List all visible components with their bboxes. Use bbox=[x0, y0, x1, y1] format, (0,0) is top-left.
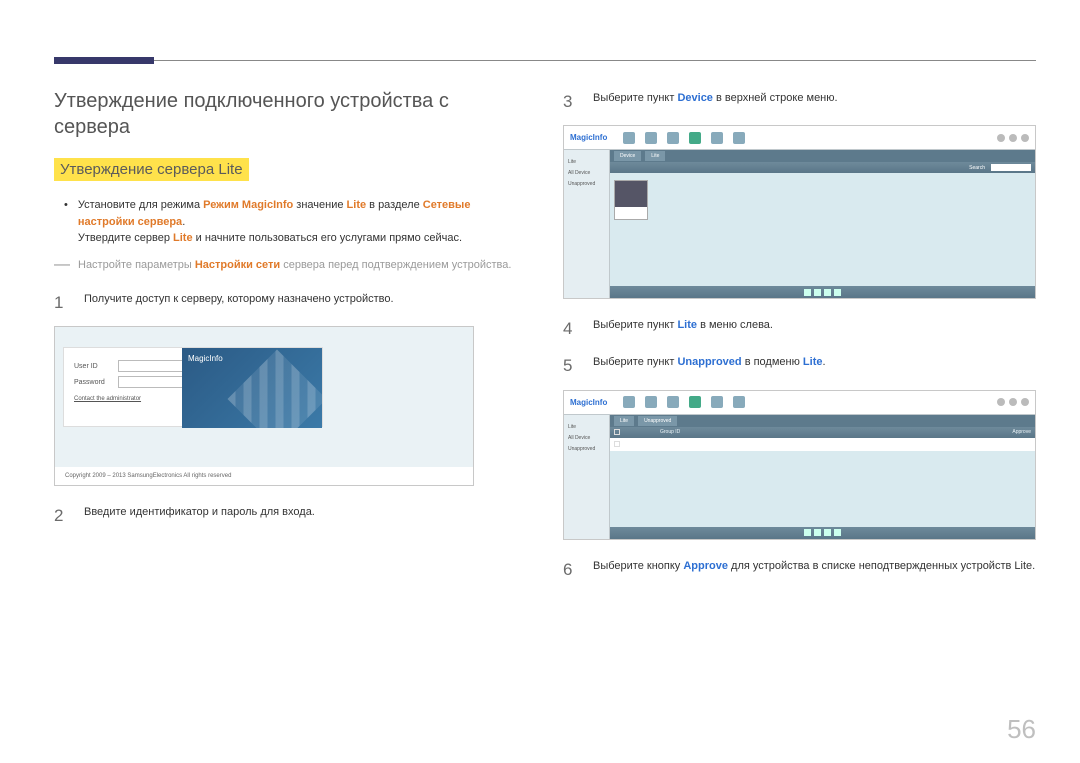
header-rule bbox=[54, 60, 1036, 61]
pager-btn[interactable] bbox=[834, 289, 841, 296]
nav-icon[interactable] bbox=[667, 396, 679, 408]
pager-btn[interactable] bbox=[824, 529, 831, 536]
sidebar-item[interactable]: Lite bbox=[568, 424, 605, 430]
table-header-bar: Group ID Approve bbox=[610, 427, 1035, 438]
sidebar-item[interactable]: Unapproved bbox=[568, 446, 605, 452]
search-label: Search bbox=[969, 165, 985, 171]
shot-sidebar: Lite All Device Unapproved bbox=[564, 415, 610, 539]
step-number: 4 bbox=[563, 315, 579, 342]
step-number: 6 bbox=[563, 556, 579, 583]
copyright-text: Copyright 2009 – 2013 SamsungElectronics… bbox=[55, 467, 473, 485]
toolbar-icons bbox=[623, 132, 745, 144]
subheader-bar: Search bbox=[610, 162, 1035, 173]
step-text: Выберите пункт Unapproved в подменю Lite… bbox=[593, 352, 1036, 379]
status-dot bbox=[997, 398, 1005, 406]
login-brand-panel: MagicInfo bbox=[182, 348, 322, 428]
bullet-item: • Установите для режима Режим MagicInfo … bbox=[64, 197, 527, 247]
pager-bar bbox=[610, 286, 1035, 298]
col-header: Approve bbox=[1012, 429, 1031, 435]
pager-bar bbox=[610, 527, 1035, 539]
shot-toolbar: MagicInfo bbox=[564, 126, 1035, 150]
step-1: 1 Получите доступ к серверу, которому на… bbox=[54, 289, 527, 316]
tab-bar: Lite Unapproved bbox=[610, 415, 1035, 427]
status-dot bbox=[1009, 398, 1017, 406]
page-number: 56 bbox=[1007, 714, 1036, 745]
brand-diamond-art bbox=[228, 350, 322, 428]
device-nav-icon[interactable] bbox=[689, 396, 701, 408]
nav-icon[interactable] bbox=[667, 132, 679, 144]
sidebar-item[interactable]: Unapproved bbox=[568, 181, 605, 187]
step-number: 3 bbox=[563, 88, 579, 115]
status-dot bbox=[1021, 398, 1029, 406]
step-number: 2 bbox=[54, 502, 70, 529]
note-dash-icon: ― bbox=[54, 257, 70, 274]
step-text: Выберите кнопку Approve для устройства в… bbox=[593, 556, 1036, 583]
status-dot bbox=[1009, 134, 1017, 142]
sidebar-item[interactable]: Lite bbox=[568, 159, 605, 165]
pager-btn[interactable] bbox=[824, 289, 831, 296]
col-header: Group ID bbox=[660, 429, 680, 435]
step-2: 2 Введите идентификатор и пароль для вхо… bbox=[54, 502, 527, 529]
nav-icon[interactable] bbox=[645, 396, 657, 408]
nav-icon[interactable] bbox=[623, 132, 635, 144]
brand-label: MagicInfo bbox=[188, 354, 223, 363]
nav-icon[interactable] bbox=[711, 132, 723, 144]
step-4: 4 Выберите пункт Lite в меню слева. bbox=[563, 315, 1036, 342]
bullet-dot: • bbox=[64, 197, 68, 247]
sidebar-item[interactable]: All Device bbox=[568, 435, 605, 441]
tab[interactable]: Lite bbox=[614, 416, 634, 426]
password-label: Password bbox=[74, 379, 112, 386]
device-nav-icon[interactable] bbox=[689, 132, 701, 144]
nav-icon[interactable] bbox=[733, 132, 745, 144]
tab[interactable]: Device bbox=[614, 151, 641, 161]
tab[interactable]: Unapproved bbox=[638, 416, 677, 426]
brand-label: MagicInfo bbox=[570, 133, 607, 142]
pager-btn[interactable] bbox=[804, 529, 811, 536]
nav-icon[interactable] bbox=[623, 396, 635, 408]
userid-label: User ID bbox=[74, 363, 112, 370]
nav-icon[interactable] bbox=[645, 132, 657, 144]
step-text: Введите идентификатор и пароль для входа… bbox=[84, 502, 527, 529]
device-card[interactable] bbox=[614, 180, 648, 220]
step-3: 3 Выберите пункт Device в верхней строке… bbox=[563, 88, 1036, 115]
pager-btn[interactable] bbox=[814, 529, 821, 536]
step-number: 5 bbox=[563, 352, 579, 379]
sidebar-item[interactable]: All Device bbox=[568, 170, 605, 176]
nav-icon[interactable] bbox=[711, 396, 723, 408]
shot-sidebar: Lite All Device Unapproved bbox=[564, 150, 610, 298]
brand-label: MagicInfo bbox=[570, 398, 607, 407]
login-screenshot: MagicInfo User ID Login Password Sign Up… bbox=[54, 326, 474, 486]
note-text: Настройте параметры Настройки сети серве… bbox=[78, 257, 527, 274]
status-dot bbox=[997, 134, 1005, 142]
pager-btn[interactable] bbox=[834, 529, 841, 536]
row-checkbox[interactable] bbox=[614, 441, 620, 447]
tab-bar: Device Lite bbox=[610, 150, 1035, 162]
pager-btn[interactable] bbox=[814, 289, 821, 296]
step-text: Выберите пункт Lite в меню слева. bbox=[593, 315, 1036, 342]
step-6: 6 Выберите кнопку Approve для устройства… bbox=[563, 556, 1036, 583]
toolbar-icons bbox=[623, 396, 745, 408]
unapproved-screenshot: MagicInfo Lite All Device Unapproved Lit… bbox=[563, 390, 1036, 540]
page-title: Утверждение подключенного устройства с с… bbox=[54, 88, 527, 140]
shot-toolbar: MagicInfo bbox=[564, 391, 1035, 415]
note: ― Настройте параметры Настройки сети сер… bbox=[54, 257, 527, 274]
section-title: Утверждение сервера Lite bbox=[54, 158, 249, 181]
step-text: Получите доступ к серверу, которому назн… bbox=[84, 289, 527, 316]
checkbox[interactable] bbox=[614, 429, 620, 435]
nav-icon[interactable] bbox=[733, 396, 745, 408]
device-screenshot: MagicInfo Lite All Device Unapproved Dev… bbox=[563, 125, 1036, 299]
tab[interactable]: Lite bbox=[645, 151, 665, 161]
status-dot bbox=[1021, 134, 1029, 142]
left-column: Утверждение подключенного устройства с с… bbox=[54, 88, 527, 593]
right-column: 3 Выберите пункт Device в верхней строке… bbox=[563, 88, 1036, 593]
bullet-text: Установите для режима Режим MagicInfo зн… bbox=[78, 197, 527, 247]
search-input[interactable] bbox=[991, 164, 1031, 171]
pager-btn[interactable] bbox=[804, 289, 811, 296]
table-row[interactable] bbox=[610, 438, 1035, 451]
step-number: 1 bbox=[54, 289, 70, 316]
step-text: Выберите пункт Device в верхней строке м… bbox=[593, 88, 1036, 115]
step-5: 5 Выберите пункт Unapproved в подменю Li… bbox=[563, 352, 1036, 379]
